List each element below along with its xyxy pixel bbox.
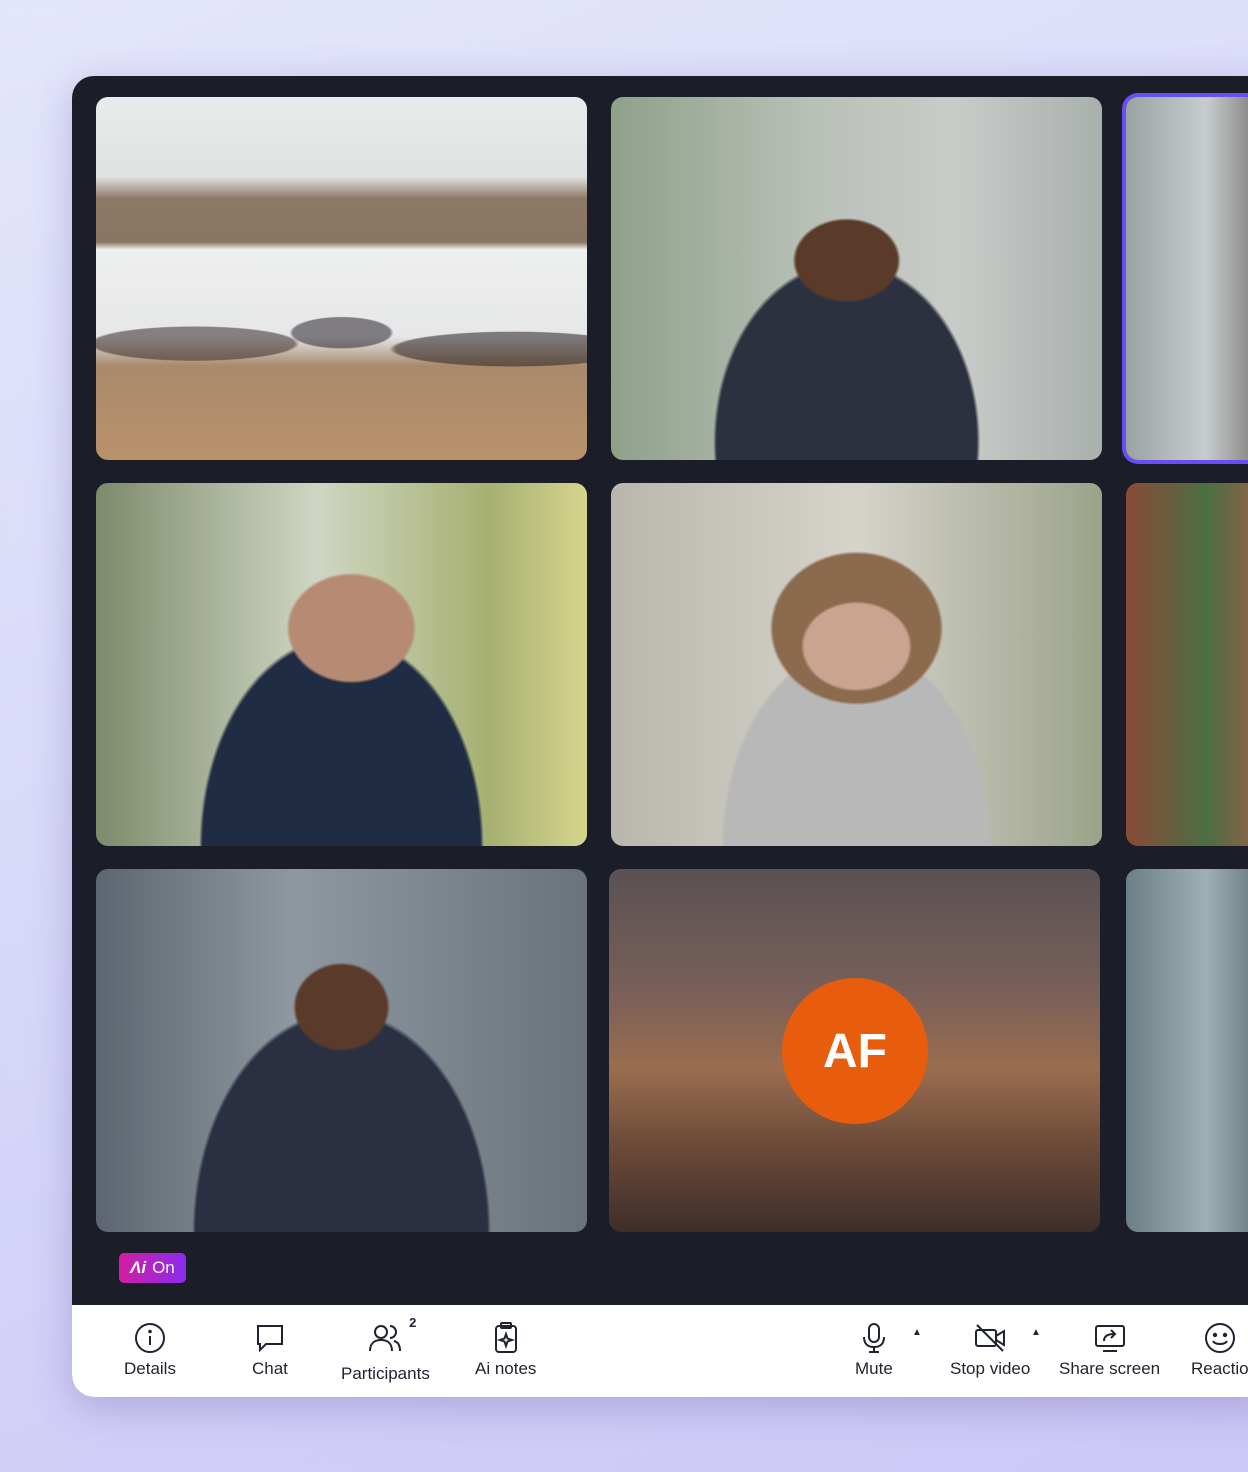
participant-avatar: AF — [782, 978, 928, 1124]
ai-status-label: On — [152, 1258, 175, 1277]
ai-icon: Ʌi — [130, 1258, 147, 1277]
video-tile-participant[interactable] — [611, 97, 1102, 460]
chat-icon — [256, 1325, 283, 1353]
video-tile-participant[interactable] — [96, 869, 587, 1232]
participants-count: 2 — [409, 1315, 417, 1330]
microphone-icon — [862, 1323, 885, 1353]
video-tile-camera-off[interactable]: AF — [609, 869, 1100, 1232]
ai-notes-icon — [494, 1322, 517, 1353]
participants-button[interactable]: 2 Participants — [341, 1315, 430, 1384]
video-options-chevron-up-icon[interactable]: ▲ — [1031, 1327, 1041, 1338]
participants-icon — [369, 1325, 402, 1352]
video-off-icon — [975, 1324, 1006, 1352]
mute-options-chevron-up-icon[interactable]: ▲ — [912, 1327, 922, 1338]
stop-video-button[interactable]: Stop video — [950, 1321, 1030, 1379]
reactions-label: Reactio — [1191, 1359, 1248, 1378]
ai-status-badge[interactable]: Ʌi On — [119, 1253, 186, 1283]
share-screen-icon — [1094, 1325, 1125, 1352]
info-icon — [134, 1323, 165, 1353]
share-screen-button[interactable]: Share screen — [1059, 1321, 1160, 1379]
meeting-window: AF Ʌi On Details Chat 2 Participants Ai … — [72, 76, 1248, 1397]
video-tile-conference-room[interactable] — [96, 97, 587, 460]
ai-notes-button[interactable]: Ai notes — [475, 1321, 536, 1379]
conference-room-photo — [96, 300, 587, 410]
reactions-button[interactable]: Reactio — [1191, 1321, 1248, 1379]
video-tile-participant[interactable] — [1126, 869, 1248, 1232]
stop-video-label: Stop video — [950, 1359, 1031, 1378]
participants-label: Participants — [341, 1364, 430, 1383]
chat-label: Chat — [252, 1359, 288, 1378]
video-tile-participant[interactable] — [96, 483, 587, 846]
smiley-icon — [1204, 1323, 1235, 1353]
video-tile-active-speaker[interactable] — [1126, 97, 1248, 460]
video-tile-participant[interactable] — [611, 483, 1102, 846]
details-label: Details — [124, 1359, 176, 1378]
ai-notes-label: Ai notes — [475, 1359, 537, 1378]
mute-button[interactable]: Mute — [855, 1321, 893, 1379]
meeting-toolbar: Details Chat 2 Participants Ai notes Mut… — [72, 1305, 1248, 1397]
details-button[interactable]: Details — [124, 1321, 176, 1379]
mute-label: Mute — [855, 1359, 893, 1378]
video-tile-participant[interactable] — [1126, 483, 1248, 846]
share-screen-label: Share screen — [1059, 1359, 1161, 1378]
chat-button[interactable]: Chat — [252, 1321, 288, 1379]
